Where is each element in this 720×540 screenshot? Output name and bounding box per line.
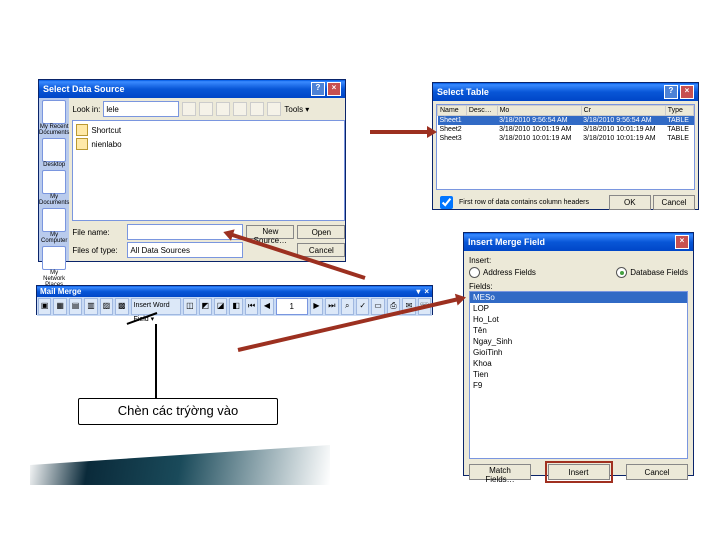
insert-merge-field-dialog: Insert Merge Field × Insert: Address Fie… xyxy=(463,232,694,476)
help-button[interactable]: ? xyxy=(311,82,325,96)
next-record-icon[interactable]: ▶ xyxy=(310,298,323,315)
list-item[interactable]: GioiTinh xyxy=(470,347,687,358)
arrow-annotation xyxy=(370,130,428,134)
lookin-combo[interactable] xyxy=(103,101,179,117)
check-icon[interactable]: ✓ xyxy=(356,298,369,315)
help-button[interactable]: ? xyxy=(664,85,678,99)
places-computer[interactable]: My Computer xyxy=(39,208,69,244)
record-number-input[interactable] xyxy=(276,298,308,315)
header-row-checkbox[interactable]: First row of data contains column header… xyxy=(436,193,589,212)
filetype-label: Files of type: xyxy=(72,246,124,255)
documents-icon xyxy=(42,170,66,194)
titlebar[interactable]: Mail Merge ▾ × xyxy=(37,286,432,297)
list-item[interactable]: Tên xyxy=(470,325,687,336)
open-source-icon[interactable]: ▦ xyxy=(53,298,66,315)
title-text: Select Data Source xyxy=(43,84,125,94)
radio-database-fields[interactable]: Database Fields xyxy=(616,267,688,278)
match-fields-button[interactable]: Match Fields… xyxy=(469,464,531,480)
merge-doc-icon[interactable]: ▭ xyxy=(371,298,384,315)
list-item[interactable]: Khoa xyxy=(470,358,687,369)
titlebar[interactable]: Insert Merge Field × xyxy=(464,233,693,251)
title-text: Mail Merge xyxy=(40,287,81,296)
places-documents[interactable]: My Documents xyxy=(39,170,69,206)
close-button[interactable]: × xyxy=(675,235,689,249)
new-source-button[interactable]: New Source… xyxy=(246,225,294,239)
greeting-icon[interactable]: ▨ xyxy=(100,298,113,315)
newfolder-icon[interactable] xyxy=(250,102,264,116)
search-icon[interactable] xyxy=(216,102,230,116)
lookin-label: Look in: xyxy=(72,105,100,114)
places-bar: My Recent Documents Desktop My Documents… xyxy=(39,98,69,261)
list-item[interactable]: LOP xyxy=(470,303,687,314)
fields-list[interactable]: MESo LOP Ho_Lot Tên Ngay_Sinh GioiTinh K… xyxy=(469,291,688,459)
first-record-icon[interactable]: ⏮ xyxy=(245,298,258,315)
dropdown-icon[interactable]: ▾ xyxy=(416,287,420,296)
titlebar[interactable]: Select Table ? × xyxy=(433,83,698,101)
select-table-dialog: Select Table ? × NameDesc…MoCrType Sheet… xyxy=(432,82,699,210)
decorative-streak xyxy=(30,445,330,485)
list-item[interactable]: nienlabo xyxy=(75,137,342,151)
insert-field-icon[interactable]: ▩ xyxy=(115,298,128,315)
file-list[interactable]: Shortcut nienlabo xyxy=(72,120,345,221)
desktop-icon xyxy=(42,138,66,162)
file-icon xyxy=(76,124,88,136)
recipients-icon[interactable]: ▤ xyxy=(69,298,82,315)
list-item[interactable]: Shortcut xyxy=(75,123,342,137)
cancel-button[interactable]: Cancel xyxy=(653,195,695,210)
delete-icon[interactable] xyxy=(233,102,247,116)
mail-merge-toolbar: Mail Merge ▾× ▣ ▦ ▤ ▥ ▨ ▩ Insert Word Fi… xyxy=(36,285,433,315)
folder-icon xyxy=(42,100,66,124)
open-button[interactable]: Open xyxy=(297,225,345,239)
list-item[interactable]: Ho_Lot xyxy=(470,314,687,325)
table-row[interactable]: Sheet13/18/2010 9:56:54 AM3/18/2010 9:56… xyxy=(438,116,694,126)
places-recent[interactable]: My Recent Documents xyxy=(39,100,69,136)
back-icon[interactable] xyxy=(182,102,196,116)
list-item[interactable]: Tien xyxy=(470,369,687,380)
network-icon xyxy=(42,246,66,270)
highlight-icon[interactable]: ◩ xyxy=(199,298,212,315)
table-row[interactable]: Sheet23/18/2010 10:01:19 AM3/18/2010 10:… xyxy=(438,125,694,134)
views-icon[interactable] xyxy=(267,102,281,116)
computer-icon xyxy=(42,208,66,232)
cancel-button[interactable]: Cancel xyxy=(297,243,345,257)
table-header: NameDesc…MoCrType xyxy=(438,106,694,116)
title-text: Insert Merge Field xyxy=(468,237,545,247)
last-record-icon[interactable]: ⏭ xyxy=(325,298,338,315)
address-icon[interactable]: ▥ xyxy=(84,298,97,315)
close-icon[interactable]: × xyxy=(424,287,429,296)
fields-label: Fields: xyxy=(469,282,688,291)
radio-address-fields[interactable]: Address Fields xyxy=(469,267,536,278)
pointer-annotation xyxy=(155,324,157,398)
cancel-button[interactable]: Cancel xyxy=(626,464,688,480)
filetype-combo[interactable] xyxy=(127,242,243,258)
setup-icon[interactable]: ▣ xyxy=(38,298,51,315)
close-button[interactable]: × xyxy=(680,85,694,99)
list-item[interactable]: Ngay_Sinh xyxy=(470,336,687,347)
title-text: Select Table xyxy=(437,87,489,97)
find-icon[interactable]: ⌕ xyxy=(341,298,354,315)
up-icon[interactable] xyxy=(199,102,213,116)
insert-label: Insert: xyxy=(469,256,688,265)
places-network[interactable]: My Network Places xyxy=(39,246,69,288)
select-data-source-dialog: Select Data Source ? × My Recent Documen… xyxy=(38,79,346,262)
close-button[interactable]: × xyxy=(327,82,341,96)
view-data-icon[interactable]: ◫ xyxy=(183,298,196,315)
table-grid[interactable]: NameDesc…MoCrType Sheet13/18/2010 9:56:5… xyxy=(436,104,695,190)
places-desktop[interactable]: Desktop xyxy=(42,138,66,168)
list-item[interactable]: F9 xyxy=(470,380,687,391)
filename-label: File name: xyxy=(72,228,124,237)
ok-button[interactable]: OK xyxy=(609,195,651,210)
file-icon xyxy=(76,138,88,150)
table-row[interactable]: Sheet33/18/2010 10:01:19 AM3/18/2010 10:… xyxy=(438,134,694,143)
match-icon[interactable]: ◪ xyxy=(214,298,227,315)
titlebar[interactable]: Select Data Source ? × xyxy=(39,80,345,98)
callout-label: Chèn các trýờng vào xyxy=(78,398,278,425)
prev-record-icon[interactable]: ◀ xyxy=(260,298,273,315)
tools-menu[interactable]: Tools ▾ xyxy=(284,105,309,114)
labels-icon[interactable]: ◧ xyxy=(229,298,242,315)
list-item[interactable]: MESo xyxy=(470,292,687,303)
insert-button[interactable]: Insert xyxy=(548,464,610,480)
